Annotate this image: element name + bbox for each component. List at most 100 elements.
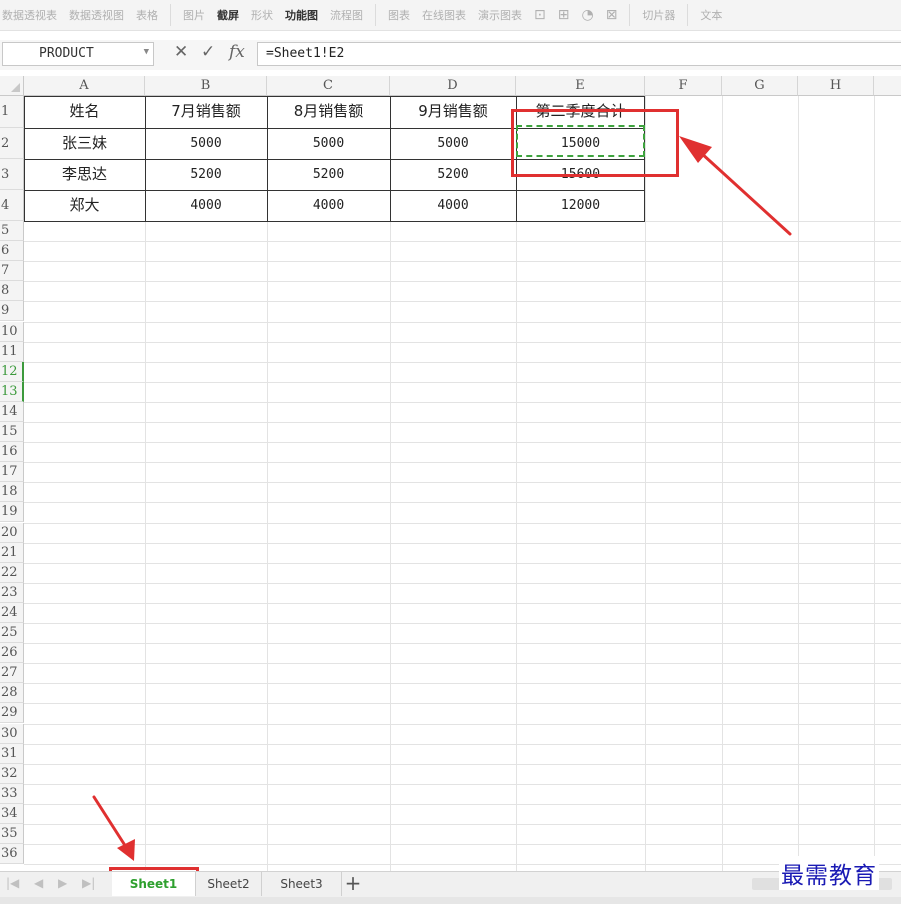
table-cell[interactable]: 4000 <box>145 190 267 221</box>
row-header-21[interactable]: 21 <box>0 542 24 563</box>
row-header-18[interactable]: 18 <box>0 482 24 503</box>
cancel-icon[interactable]: ✕ <box>174 42 188 62</box>
row-header-2[interactable]: 2 <box>0 128 24 159</box>
ribbon-pivot-table[interactable]: 数据透视表 <box>2 7 57 23</box>
ribbon-text[interactable]: 文本 <box>700 7 722 23</box>
table-header-august[interactable]: 8月销售额 <box>267 96 390 128</box>
row-header-19[interactable]: 19 <box>0 502 24 523</box>
table-cell-name[interactable]: 李思达 <box>24 159 145 190</box>
column-header-d[interactable]: D <box>390 76 516 96</box>
row-header-3[interactable]: 3 <box>0 159 24 190</box>
chevron-down-icon[interactable]: ▼ <box>144 47 149 57</box>
name-box[interactable]: PRODUCT ▼ <box>2 42 154 66</box>
table-cell[interactable]: 5200 <box>390 159 516 190</box>
column-header-a[interactable]: A <box>24 76 145 96</box>
row-header-31[interactable]: 31 <box>0 743 24 764</box>
tab-sheet1[interactable]: Sheet1 <box>112 872 196 896</box>
table-cell[interactable]: 4000 <box>267 190 390 221</box>
formula-input[interactable]: =Sheet1!E2 <box>257 42 901 66</box>
row-header-8[interactable]: 8 <box>0 281 24 302</box>
row-header-26[interactable]: 26 <box>0 643 24 664</box>
prev-sheet-icon[interactable]: ◀ <box>34 876 43 890</box>
gridline <box>24 643 901 645</box>
ribbon-function-chart[interactable]: 功能图 <box>285 7 318 23</box>
column-header-h[interactable]: H <box>798 76 874 96</box>
scatter-chart-icon[interactable]: ⊠ <box>606 7 618 23</box>
table-header-name[interactable]: 姓名 <box>24 96 145 128</box>
ribbon-chart[interactable]: 图表 <box>388 7 410 23</box>
row-header-4[interactable]: 4 <box>0 190 24 221</box>
ribbon-online-chart[interactable]: 在线图表 <box>422 7 466 23</box>
table-cell[interactable]: 12000 <box>516 190 645 221</box>
row-header-23[interactable]: 23 <box>0 582 24 603</box>
gridline <box>24 703 901 705</box>
row-header-11[interactable]: 11 <box>0 341 24 362</box>
table-cell[interactable]: 5000 <box>145 128 267 159</box>
column-header-e[interactable]: E <box>516 76 645 96</box>
table-cell[interactable]: 5200 <box>145 159 267 190</box>
gridline <box>24 803 901 805</box>
row-header-25[interactable]: 25 <box>0 623 24 644</box>
row-header-35[interactable]: 35 <box>0 824 24 845</box>
row-header-20[interactable]: 20 <box>0 522 24 543</box>
row-header-30[interactable]: 30 <box>0 723 24 744</box>
row-header-6[interactable]: 6 <box>0 241 24 262</box>
row-header-15[interactable]: 15 <box>0 422 24 443</box>
row-header-34[interactable]: 34 <box>0 803 24 824</box>
table-cell-name[interactable]: 张三妹 <box>24 128 145 159</box>
line-chart-icon[interactable]: ⊡ <box>534 7 546 23</box>
row-header-22[interactable]: 22 <box>0 562 24 583</box>
row-header-17[interactable]: 17 <box>0 462 24 483</box>
row-header-14[interactable]: 14 <box>0 401 24 422</box>
column-header-f[interactable]: F <box>645 76 722 96</box>
table-cell[interactable]: 5000 <box>267 128 390 159</box>
row-header-7[interactable]: 7 <box>0 261 24 282</box>
ribbon-slicer[interactable]: 切片器 <box>642 7 675 23</box>
ribbon-demo-chart[interactable]: 演示图表 <box>478 7 522 23</box>
row-header-13[interactable]: 13 <box>0 381 24 402</box>
row-header-36[interactable]: 36 <box>0 844 24 865</box>
bar-chart-icon[interactable]: ⊞ <box>558 7 570 23</box>
row-header-32[interactable]: 32 <box>0 763 24 784</box>
ribbon-screenshot[interactable]: 截屏 <box>217 7 239 23</box>
ribbon-table[interactable]: 表格 <box>136 7 158 23</box>
tab-sheet3[interactable]: Sheet3 <box>262 872 342 896</box>
check-icon[interactable]: ✓ <box>201 42 215 62</box>
ribbon-flowchart[interactable]: 流程图 <box>330 7 363 23</box>
table-cell-name[interactable]: 郑大 <box>24 190 145 221</box>
pie-chart-icon[interactable]: ◔ <box>581 7 593 23</box>
next-sheet-icon[interactable]: ▶ <box>58 876 67 890</box>
tab-sheet2[interactable]: Sheet2 <box>196 872 262 896</box>
gridline <box>24 422 901 423</box>
row-header-24[interactable]: 24 <box>0 602 24 623</box>
row-header-28[interactable]: 28 <box>0 683 24 704</box>
row-header-5[interactable]: 5 <box>0 221 24 242</box>
table-header-september[interactable]: 9月销售额 <box>390 96 516 128</box>
table-cell[interactable]: 5200 <box>267 159 390 190</box>
column-header-g[interactable]: G <box>722 76 798 96</box>
ribbon-divider <box>170 4 171 26</box>
spreadsheet-grid[interactable]: A B C D E F G H 1 2 3 4 5 6 7 8 9 10 11 12 13 14 15 16 1… <box>0 76 901 871</box>
row-header-16[interactable]: 16 <box>0 442 24 463</box>
row-header-27[interactable]: 27 <box>0 663 24 684</box>
ribbon-pivot-chart[interactable]: 数据透视图 <box>69 7 124 23</box>
row-header-9[interactable]: 9 <box>0 301 24 322</box>
row-header-1[interactable]: 1 <box>0 96 24 128</box>
table-cell[interactable]: 5000 <box>390 128 516 159</box>
ribbon-picture[interactable]: 图片 <box>183 7 205 23</box>
row-header-33[interactable]: 33 <box>0 783 24 804</box>
table-header-july[interactable]: 7月销售额 <box>145 96 267 128</box>
function-icon[interactable]: fx <box>229 42 245 62</box>
row-header-12[interactable]: 12 <box>0 361 24 382</box>
ribbon-shapes[interactable]: 形状 <box>251 7 273 23</box>
last-sheet-icon[interactable]: ▶| <box>82 876 95 890</box>
row-header-29[interactable]: 29 <box>0 703 24 724</box>
ribbon-toolbar: 数据透视表 数据透视图 表格 图片 截屏 形状 功能图 流程图 图表 在线图表 … <box>0 0 901 31</box>
first-sheet-icon[interactable]: |◀ <box>6 876 19 890</box>
select-all-corner[interactable] <box>0 76 24 96</box>
column-header-c[interactable]: C <box>267 76 390 96</box>
add-sheet-button[interactable]: + <box>341 872 365 896</box>
table-cell[interactable]: 4000 <box>390 190 516 221</box>
row-header-10[interactable]: 10 <box>0 321 24 342</box>
column-header-b[interactable]: B <box>145 76 267 96</box>
